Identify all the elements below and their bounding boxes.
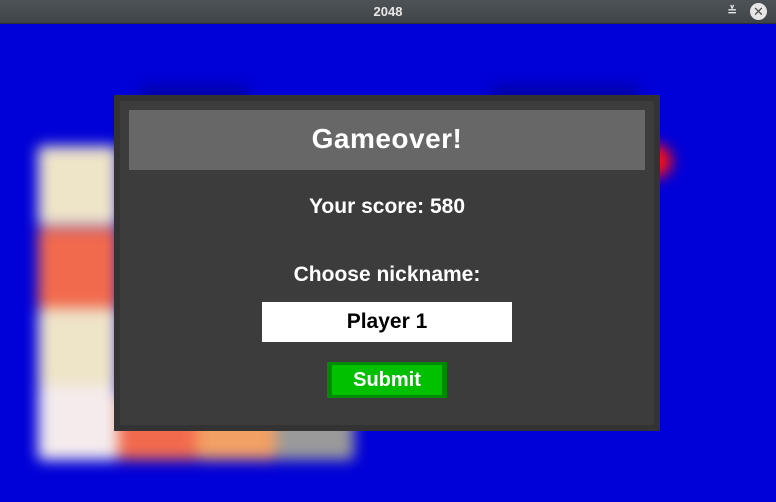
title-bar: 2048 ≚ ✕ xyxy=(0,0,776,24)
game-window: 2048 ≚ ✕ Gameover! Your score: 580 Choos… xyxy=(0,0,776,502)
dialog-title: Gameover! xyxy=(129,110,645,170)
submit-button[interactable]: Submit xyxy=(327,362,447,398)
close-icon[interactable]: ✕ xyxy=(750,3,767,20)
nickname-label: Choose nickname: xyxy=(293,263,481,286)
gameover-dialog: Gameover! Your score: 580 Choose nicknam… xyxy=(114,95,660,431)
nickname-input[interactable] xyxy=(262,302,512,342)
board-tile xyxy=(38,308,118,388)
board-tile xyxy=(38,146,118,226)
board-tile xyxy=(38,386,118,460)
board-tile xyxy=(38,228,118,308)
score-text: Your score: 580 xyxy=(308,195,465,218)
minimize-icon[interactable]: ≚ xyxy=(722,0,742,23)
window-title: 2048 xyxy=(373,4,403,19)
